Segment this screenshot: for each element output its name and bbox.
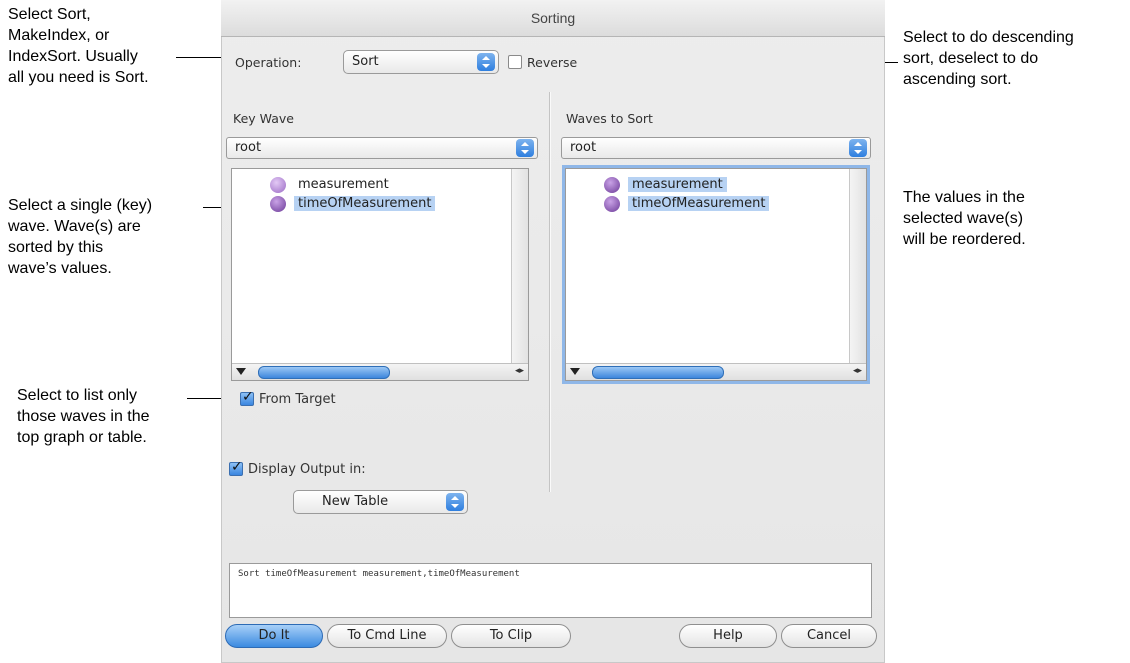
wave-icon (270, 177, 286, 193)
annotation-waves-to-sort: The values in the selected wave(s) will … (903, 187, 1026, 250)
to-cmd-line-button[interactable]: To Cmd Line (327, 624, 447, 648)
waves-to-sort-label: Waves to Sort (566, 111, 653, 126)
sorting-dialog: Sorting Operation: Sort Reverse Key Wave… (221, 0, 885, 663)
scroll-thumb[interactable] (592, 366, 724, 379)
annotation-line: Select to do descending (903, 29, 1074, 46)
annotation-line: those waves in the (17, 408, 150, 425)
scroll-arrows-icon[interactable]: ◂▸ (853, 366, 862, 376)
help-button[interactable]: Help (679, 624, 777, 648)
display-output-popup[interactable]: New Table (293, 490, 468, 514)
from-target-label[interactable]: From Target (259, 392, 336, 407)
horizontal-scrollbar[interactable]: ◂▸ (232, 363, 528, 380)
annotation-line: Select a single (key) (8, 197, 153, 214)
annotation-line: wave’s values. (8, 260, 112, 277)
wave-name: measurement (298, 177, 389, 192)
operation-popup-value: Sort (352, 54, 379, 69)
annotation-line: sort, deselect to do (903, 50, 1039, 67)
vertical-scrollbar[interactable] (849, 169, 866, 364)
wave-icon (270, 196, 286, 212)
annotation-line: top graph or table. (17, 429, 147, 446)
waves-to-sort-folder-value: root (570, 140, 597, 155)
wave-name: timeOfMeasurement (628, 196, 770, 211)
annotation-line: Select Sort, (8, 6, 91, 23)
annotation-from-target: Select to list only those waves in the t… (17, 385, 150, 448)
wave-name: timeOfMeasurement (294, 196, 436, 211)
annotation-line: wave. Wave(s) are (8, 218, 141, 235)
popup-arrows-icon (477, 53, 495, 71)
dialog-title: Sorting (221, 0, 885, 37)
annotation-line: will be reordered. (903, 231, 1026, 248)
waves-to-sort-list[interactable]: measurement timeOfMeasurement ◂▸ (565, 168, 867, 381)
annotation-line: MakeIndex, or (8, 27, 110, 44)
key-wave-list[interactable]: measurement timeOfMeasurement ◂▸ (231, 168, 529, 381)
annotation-key-wave: Select a single (key) wave. Wave(s) are … (8, 195, 152, 279)
annotation-line: The values in the (903, 189, 1025, 206)
horizontal-scrollbar[interactable]: ◂▸ (566, 363, 866, 380)
cancel-button[interactable]: Cancel (781, 624, 877, 648)
vertical-scrollbar[interactable] (511, 169, 528, 364)
display-output-label[interactable]: Display Output in: (248, 462, 366, 477)
key-wave-folder-popup[interactable]: root (226, 137, 538, 159)
wave-icon (604, 177, 620, 193)
scroll-menu-icon[interactable] (570, 368, 580, 375)
annotation-line: selected wave(s) (903, 210, 1024, 227)
key-wave-folder-value: root (235, 140, 262, 155)
scroll-arrows-icon[interactable]: ◂▸ (515, 366, 524, 376)
popup-arrows-icon (446, 493, 464, 511)
scroll-menu-icon[interactable] (236, 368, 246, 375)
key-wave-label: Key Wave (233, 111, 294, 126)
waves-to-sort-folder-popup[interactable]: root (561, 137, 871, 159)
annotation-reverse: Select to do descending sort, deselect t… (903, 27, 1074, 90)
wave-name: measurement (628, 177, 727, 192)
operation-label: Operation: (235, 55, 302, 70)
reverse-checkbox[interactable] (508, 55, 522, 69)
annotation-line: sorted by this (8, 239, 104, 256)
panel-divider (549, 92, 550, 492)
wave-icon (604, 196, 620, 212)
from-target-checkbox[interactable] (240, 389, 254, 406)
annotation-line: IndexSort. Usually (8, 48, 138, 65)
operation-popup[interactable]: Sort (343, 50, 499, 74)
do-it-button[interactable]: Do It (225, 624, 323, 648)
annotation-line: all you need is Sort. (8, 69, 149, 86)
annotation-operation: Select Sort, MakeIndex, or IndexSort. Us… (8, 4, 149, 88)
command-preview: Sort timeOfMeasurement measurement,timeO… (229, 563, 872, 618)
leader-line-operation (176, 57, 226, 58)
to-clip-button[interactable]: To Clip (451, 624, 571, 648)
annotation-line: Select to list only (17, 387, 138, 404)
display-output-value: New Table (322, 494, 389, 509)
popup-arrows-icon (516, 139, 534, 157)
scroll-thumb[interactable] (258, 366, 390, 379)
popup-arrows-icon (849, 139, 867, 157)
display-output-checkbox[interactable] (229, 459, 243, 476)
annotation-line: ascending sort. (903, 71, 1012, 88)
reverse-label[interactable]: Reverse (527, 55, 577, 70)
